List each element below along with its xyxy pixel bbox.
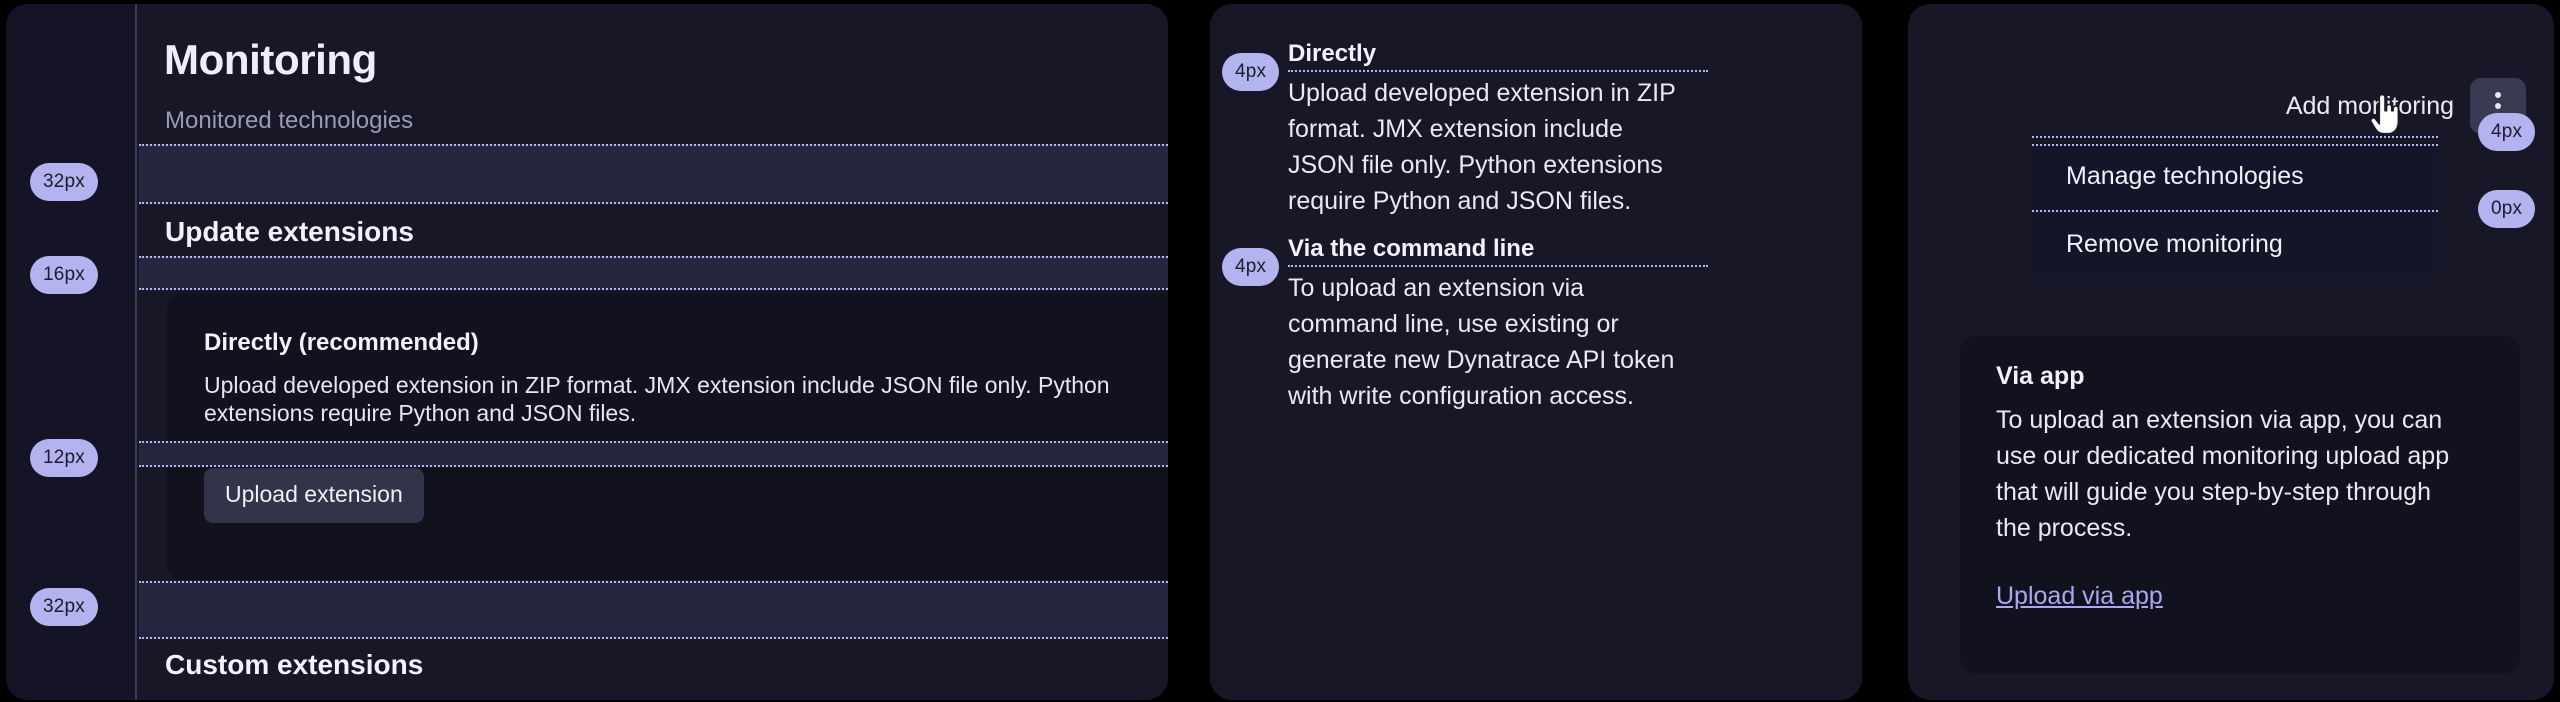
upload-methods-panel: Directly Upload developed extension in Z…	[1210, 4, 1862, 700]
spacing-band-12	[139, 441, 1168, 467]
panel-one-content: Monitoring Monitored technologies Update…	[139, 4, 1168, 700]
upload-via-app-link[interactable]: Upload via app	[1996, 582, 2163, 611]
spacing-badge-directly-4: 4px	[1222, 53, 1280, 91]
upload-extension-button[interactable]: Upload extension	[204, 468, 424, 523]
page-subtitle: Monitored technologies	[165, 107, 414, 134]
spacing-badge-menu-4: 4px	[2478, 113, 2536, 151]
kebab-dot-2	[2495, 103, 2501, 109]
menu-spacing-rule-top	[2032, 136, 2438, 138]
spacing-badge-32-bottom: 32px	[30, 588, 99, 626]
menu-item-remove-monitoring[interactable]: Remove monitoring	[2032, 212, 2438, 278]
command-line-body-text: To upload an extension via command line,…	[1288, 274, 1675, 410]
add-monitoring-toolbar: Add monitoring	[2018, 78, 2526, 134]
spacing-band-16	[139, 256, 1168, 290]
add-monitoring-menu-panel: Add monitoring Via app To upload an exte…	[1908, 4, 2554, 700]
directly-body-text: Upload developed extension in ZIP format…	[1288, 79, 1676, 215]
spacing-badge-12: 12px	[30, 439, 99, 477]
spacing-band-32-bottom	[139, 581, 1168, 639]
spacing-rule-directly	[1288, 70, 1708, 72]
add-monitoring-label[interactable]: Add monitoring	[2286, 92, 2454, 121]
section-heading-custom-extensions: Custom extensions	[165, 649, 424, 680]
directly-block: Directly Upload developed extension in Z…	[1288, 40, 1708, 219]
command-line-block: Via the command line To upload an extens…	[1288, 235, 1708, 414]
via-app-title: Via app	[1996, 362, 2085, 390]
monitoring-settings-panel: Monitoring Monitored technologies Update…	[6, 4, 1168, 700]
card-body-text: Upload developed extension in ZIP format…	[204, 372, 1110, 427]
spacing-band-32-top	[139, 144, 1168, 204]
directly-heading: Directly	[1288, 40, 1377, 67]
spacing-badge-command-line-4: 4px	[1222, 248, 1280, 286]
section-heading-update-extensions: Update extensions	[165, 216, 414, 247]
spacing-annotation-board: Monitoring Monitored technologies Update…	[0, 0, 2560, 702]
monitoring-context-menu: Manage technologies Remove monitoring	[2032, 144, 2438, 278]
page-title: Monitoring	[164, 36, 377, 83]
spacing-rule-command-line	[1288, 265, 1708, 267]
kebab-dot-1	[2495, 92, 2501, 98]
spacing-badge-16: 16px	[30, 256, 99, 294]
via-app-body-text: To upload an extension via app, you can …	[1996, 406, 2450, 542]
directly-recommended-card: Directly (recommended) Upload developed …	[167, 293, 1168, 580]
spacing-badge-menu-0: 0px	[2478, 190, 2536, 228]
spacing-badge-32-top: 32px	[30, 163, 99, 201]
menu-spacing-rule-top-2	[2032, 144, 2438, 146]
menu-item-manage-technologies[interactable]: Manage technologies	[2032, 144, 2438, 210]
card-title: Directly (recommended)	[204, 329, 479, 356]
via-app-card: Via app To upload an extension via app, …	[1960, 336, 2520, 674]
command-line-heading: Via the command line	[1288, 235, 1535, 262]
